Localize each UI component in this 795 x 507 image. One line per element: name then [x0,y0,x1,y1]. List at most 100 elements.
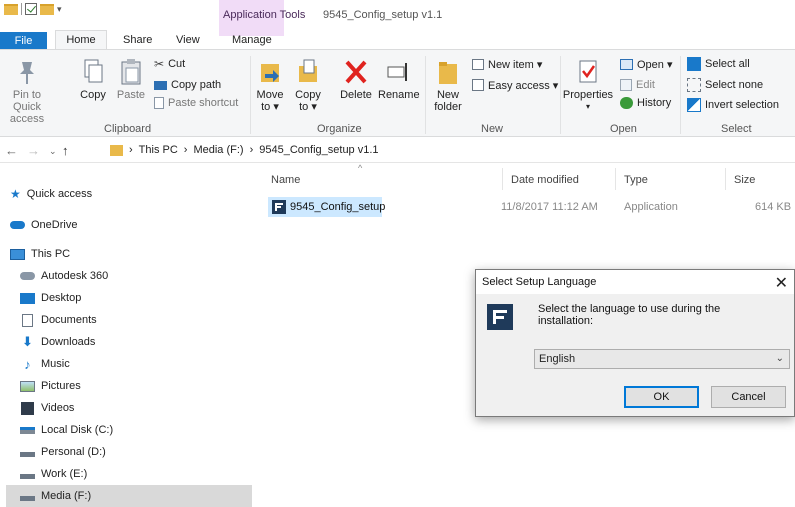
delete-button[interactable]: Delete [338,58,374,101]
folder-icon [110,144,123,156]
invert-selection-label: Invert selection [705,99,779,111]
new-folder-icon[interactable] [40,3,54,15]
copy-icon [84,59,103,83]
breadcrumb[interactable]: › This PC › Media (F:) › 9545_Config_set… [110,144,379,156]
new-folder-icon [439,62,457,84]
paste-shortcut-button[interactable]: Paste shortcut [154,95,238,111]
rename-button[interactable]: Rename [378,58,420,101]
copy-path-label: Copy path [171,79,222,91]
sidebar-item-quick-access[interactable]: ★ Quick access [10,183,92,205]
select-all-label: Select all [705,58,750,70]
column-header-name[interactable]: Name [271,174,300,186]
language-select-value: English [539,353,576,365]
organize-group-label: Organize [317,123,362,135]
new-folder-button[interactable]: New folder [430,58,466,113]
tab-home[interactable]: Home [55,30,107,50]
dialog-title-bar[interactable]: Select Setup Language ✕ [476,270,794,294]
document-icon [22,313,33,327]
properties-button[interactable]: Properties ▾ [562,58,614,113]
up-arrow-icon[interactable]: ↑ [62,143,69,158]
customize-toolbar-icon[interactable]: ▾ [57,4,67,15]
move-to-button[interactable]: Move to ▾ [254,58,286,113]
rename-label: Rename [378,89,420,101]
address-bar: ← → ⌄ ↑ › This PC › Media (F:) › 9545_Co… [0,137,795,163]
divider [425,56,426,134]
tab-file[interactable]: File [0,32,47,50]
column-header-size[interactable]: Size [734,174,755,186]
breadcrumb-separator: › [129,144,133,156]
scissors-icon: ✂ [154,57,165,71]
chevron-down-icon: ⌄ [775,353,784,364]
tab-view[interactable]: View [176,34,200,46]
cut-button[interactable]: ✂ Cut [154,56,185,72]
divider [250,56,251,134]
breadcrumb-folder[interactable]: 9545_Config_setup v1.1 [259,144,378,156]
drive-icon [20,451,35,457]
easy-access-button[interactable]: Easy access ▾ [472,77,558,93]
history-icon [620,97,633,109]
language-select[interactable]: English ⌄ [534,349,790,369]
file-type: Application [624,201,678,213]
tab-manage[interactable]: Manage [232,34,272,46]
paste-shortcut-label: Paste shortcut [168,97,239,109]
sidebar-item-label: Music [41,358,70,370]
copy-label: Copy [80,89,106,101]
open-button[interactable]: Open ▾ [620,56,673,72]
sidebar-item-local-disk-c[interactable]: Local Disk (C:) [20,419,113,441]
properties-icon [579,60,597,83]
open-label: Open ▾ [637,58,673,71]
delete-label: Delete [340,89,372,101]
sidebar-item-this-pc[interactable]: This PC [10,243,70,265]
select-none-button[interactable]: Select none [687,77,763,93]
copy-to-button[interactable]: Copy to ▾ [292,58,324,113]
sidebar-item-media-f[interactable]: Media (F:) [6,485,252,507]
sidebar-item-desktop[interactable]: Desktop [20,287,81,309]
copy-button[interactable]: Copy [78,58,108,101]
sidebar-item-documents[interactable]: Documents [20,309,97,331]
column-header-type[interactable]: Type [624,174,648,186]
move-to-icon [261,64,279,82]
file-date: 11/8/2017 11:12 AM [501,201,598,213]
pin-to-quick-access-button[interactable]: Pin to Quick access [6,58,48,125]
sidebar-item-autodesk-360[interactable]: Autodesk 360 [20,265,108,287]
properties-check-icon[interactable] [25,3,37,15]
column-header-date-modified[interactable]: Date modified [511,174,579,186]
download-arrow-icon: ⬇ [22,334,33,349]
copy-to-icon [299,59,317,82]
sidebar-item-pictures[interactable]: Pictures [20,375,81,397]
ok-button[interactable]: OK [624,386,699,408]
breadcrumb-media[interactable]: Media (F:) [193,144,243,156]
open-icon [620,58,633,70]
sidebar-item-videos[interactable]: Videos [20,397,74,419]
close-icon[interactable]: ✕ [775,273,788,293]
history-button[interactable]: History [620,95,671,111]
copy-to-label: Copy to ▾ [295,89,321,113]
sidebar-item-label: This PC [31,248,71,260]
paste-shortcut-icon [154,97,164,109]
cancel-button[interactable]: Cancel [711,386,786,408]
divider [680,56,681,134]
new-item-button[interactable]: New item ▾ [472,56,542,72]
breadcrumb-this-pc[interactable]: This PC [139,144,178,156]
dialog-message: Select the language to use during the in… [538,303,721,327]
new-group-label: New [481,123,504,135]
sidebar-item-label: Documents [41,314,97,326]
sidebar-item-work-e[interactable]: Work (E:) [20,463,87,485]
ribbon: Pin to Quick access Copy Paste ✂ Cut Cop… [0,49,795,137]
paste-button[interactable]: Paste [114,58,148,101]
invert-selection-button[interactable]: Invert selection [687,97,779,113]
sidebar-item-downloads[interactable]: ⬇ Downloads [20,331,95,353]
star-icon: ★ [10,187,21,201]
select-all-button[interactable]: Select all [687,56,750,72]
sidebar-item-personal-d[interactable]: Personal (D:) [20,441,106,463]
table-row[interactable]: 9545_Config_setup 11/8/2017 11:12 AM App… [268,197,795,217]
back-arrow-icon[interactable]: ← [5,143,18,158]
music-note-icon: ♪ [24,356,31,372]
edit-button[interactable]: Edit [620,77,655,93]
copy-path-button[interactable]: Copy path [154,77,221,93]
sidebar-item-music[interactable]: ♪ Music [20,353,70,375]
forward-arrow-icon[interactable]: → [27,143,40,158]
recent-locations-chevron-icon[interactable]: ⌄ [49,146,57,157]
tab-share[interactable]: Share [123,34,152,46]
sidebar-item-onedrive[interactable]: OneDrive [10,214,77,236]
